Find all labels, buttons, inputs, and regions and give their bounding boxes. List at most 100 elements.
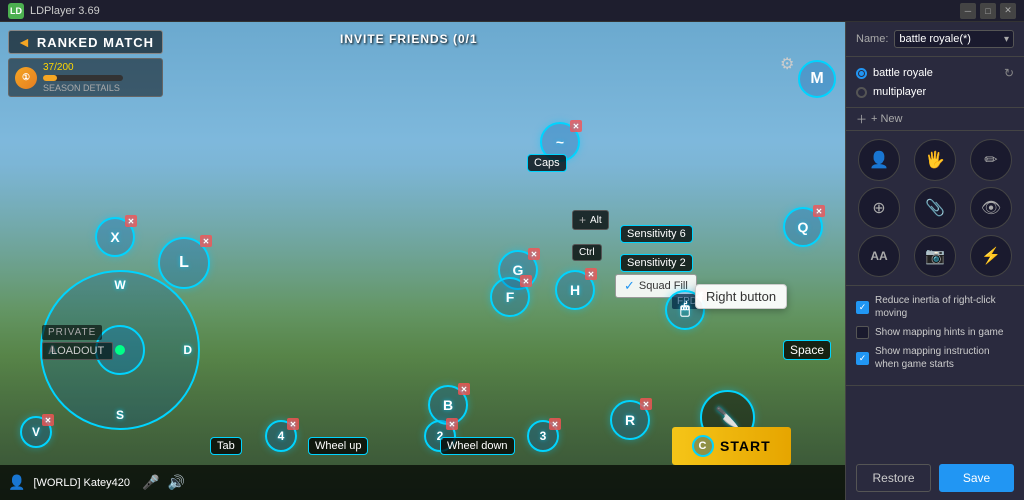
xp-value: 37/200 (43, 62, 123, 73)
speaker-icon[interactable]: 🔊 (167, 474, 184, 491)
q-key-circle[interactable]: ✕ Q (783, 207, 823, 247)
profile-radio-multiplayer (856, 87, 867, 98)
private-label: PRIVATE (42, 325, 102, 340)
tool-crosshair-icon[interactable]: ⊕ (858, 187, 900, 229)
ctrl-box: Ctrl (572, 244, 602, 261)
m-key-circle[interactable]: M (798, 60, 836, 98)
three-close-icon[interactable]: ✕ (549, 418, 561, 430)
reduce-inertia-checkbox[interactable] (856, 301, 869, 314)
w-key: W (114, 278, 125, 292)
wheel-up-box[interactable]: Wheel up (308, 437, 368, 455)
option-reduce-inertia[interactable]: Reduce inertia of right-click moving (856, 294, 1014, 320)
xp-icon: ① (15, 67, 37, 89)
sensitivity2-box: Sensitivity 2 (620, 254, 693, 272)
new-profile-button[interactable]: ＋ + New (846, 108, 1024, 131)
profile-radio-battle-royale (856, 68, 867, 79)
b-close-icon[interactable]: ✕ (458, 383, 470, 395)
three-key-label: 3 (540, 429, 547, 443)
titlebar-controls[interactable]: ─ □ ✕ (960, 3, 1016, 19)
profile-select[interactable]: battle royale(*) ▾ (894, 30, 1014, 48)
loadout-label: LOADOUT (42, 342, 113, 360)
name-label: Name: (856, 33, 888, 45)
l-close-icon[interactable]: ✕ (200, 235, 212, 247)
tool-gesture-icon[interactable]: 🖐 (914, 139, 956, 181)
x-close-icon[interactable]: ✕ (125, 215, 137, 227)
f-close-icon[interactable]: ✕ (520, 275, 532, 287)
new-profile-label: + New (871, 113, 903, 125)
s-key: S (116, 408, 124, 422)
q-key-label: Q (798, 219, 809, 235)
tool-clip-icon[interactable]: 📎 (914, 187, 956, 229)
panel-footer: Restore Save (846, 456, 1024, 500)
game-area: ◄ RANKED MATCH ① 37/200 SEASON DETAILS ⚙… (0, 22, 845, 500)
start-button[interactable]: C START (672, 427, 791, 465)
restore-window-button[interactable]: □ (980, 3, 996, 19)
tool-aa-icon[interactable]: AA (858, 235, 900, 277)
reduce-inertia-label: Reduce inertia of right-click moving (875, 294, 1014, 320)
tool-pencil-icon[interactable]: ✏ (970, 139, 1012, 181)
tab-key-box[interactable]: Tab (210, 437, 242, 455)
b-key-label: B (443, 397, 453, 413)
three-key-circle[interactable]: ✕ 3 (527, 420, 559, 452)
minimize-button[interactable]: ─ (960, 3, 976, 19)
show-hints-checkbox[interactable] (856, 326, 869, 339)
gear-icon[interactable]: ⚙ (780, 54, 794, 74)
g-close-icon[interactable]: ✕ (528, 248, 540, 260)
invite-friends: INVITE FRIENDS (0/1 (340, 32, 478, 46)
v-close-icon[interactable]: ✕ (42, 414, 54, 426)
h-key-circle[interactable]: ✕ H (555, 270, 595, 310)
f-key-label: F (506, 289, 515, 305)
show-hints-label: Show mapping hints in game (875, 326, 1003, 339)
caps-close-icon[interactable]: ✕ (570, 120, 582, 132)
caps-label-box: Caps (527, 154, 567, 172)
close-window-button[interactable]: ✕ (1000, 3, 1016, 19)
start-label: START (720, 438, 771, 454)
plus-icon: ＋ (856, 111, 867, 127)
squad-check-icon: ✓ (624, 278, 635, 294)
tool-bolt-icon[interactable]: ⚡ (970, 235, 1012, 277)
show-instructions-checkbox[interactable] (856, 352, 869, 365)
four-key-circle[interactable]: ✕ 4 (265, 420, 297, 452)
restore-button[interactable]: Restore (856, 464, 931, 492)
profile-item-multiplayer[interactable]: multiplayer (856, 83, 1014, 101)
profile-select-value: battle royale(*) (899, 33, 971, 45)
save-button[interactable]: Save (939, 464, 1014, 492)
ctrl-label: Ctrl (579, 247, 595, 258)
four-close-icon[interactable]: ✕ (287, 418, 299, 430)
tool-person-icon[interactable]: 👤 (858, 139, 900, 181)
m-key-label: M (810, 70, 823, 88)
panel-options: Reduce inertia of right-click moving Sho… (846, 286, 1024, 386)
tool-eye-icon[interactable]: 👁 (970, 187, 1012, 229)
alt-label: Alt (590, 215, 602, 226)
microphone-icon[interactable]: 🎤 (142, 474, 159, 491)
bottom-bar: 👤 [WORLD] Katey420 🎤 🔊 (0, 465, 845, 500)
option-show-instructions[interactable]: Show mapping instruction when game start… (856, 345, 1014, 371)
sensitivity6-box: Sensitivity 6 (620, 225, 693, 243)
option-show-hints[interactable]: Show mapping hints in game (856, 326, 1014, 339)
x-key-circle[interactable]: ✕ X (95, 217, 135, 257)
tool-photo-icon[interactable]: 📷 (914, 235, 956, 277)
refresh-icon[interactable]: ↻ (1004, 66, 1014, 80)
profile-list: battle royale ↻ multiplayer (846, 57, 1024, 108)
wheel-down-box[interactable]: Wheel down (440, 437, 515, 455)
r-key-circle[interactable]: ✕ R (610, 400, 650, 440)
q-close-icon[interactable]: ✕ (813, 205, 825, 217)
f-key-circle[interactable]: ✕ F (490, 277, 530, 317)
titlebar-logo: LD (8, 3, 24, 19)
four-key-label: 4 (278, 429, 285, 443)
r-key-label: R (625, 412, 635, 428)
r-close-icon[interactable]: ✕ (640, 398, 652, 410)
right-mouse-icon: 🖱 (680, 301, 690, 319)
ranked-badge: ◄ RANKED MATCH (8, 30, 163, 54)
xp-fill (43, 75, 57, 81)
player-icon: 👤 (8, 474, 25, 491)
two-close-icon[interactable]: ✕ (446, 418, 458, 430)
panel-header: Name: battle royale(*) ▾ (846, 22, 1024, 57)
space-key-box[interactable]: Space (783, 340, 831, 360)
v-key-label: V (32, 425, 40, 439)
caps-key-label: ~ (556, 134, 564, 150)
profile-item-battle-royale[interactable]: battle royale ↻ (856, 63, 1014, 83)
v-key-circle[interactable]: ✕ V (20, 416, 52, 448)
titlebar-title: LDPlayer 3.69 (30, 5, 100, 17)
h-close-icon[interactable]: ✕ (585, 268, 597, 280)
